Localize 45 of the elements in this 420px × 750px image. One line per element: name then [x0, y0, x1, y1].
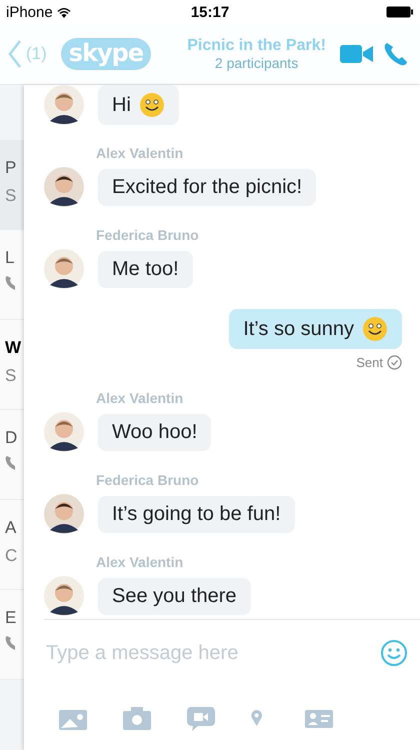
sent-status: Sent	[356, 355, 383, 370]
message-bubble: Woo hoo!	[98, 414, 212, 450]
sender-name: Alex Valentin	[96, 390, 184, 406]
contact-row[interactable]: P S	[0, 140, 24, 230]
video-message-icon[interactable]	[186, 705, 216, 731]
contact-subtitle: S	[5, 366, 18, 386]
carrier-label: iPhone	[6, 4, 53, 20]
message-bubble: See you there	[98, 578, 251, 614]
contact-row[interactable]: L	[0, 230, 24, 320]
chevron-icon	[8, 39, 22, 69]
contact-row[interactable]: A C	[0, 500, 24, 590]
phone-icon	[5, 276, 15, 290]
message-bubble: Excited for the picnic!	[98, 168, 316, 206]
smiley-icon	[138, 92, 165, 118]
contact-initial: W	[5, 338, 22, 358]
smiley-button-icon[interactable]	[380, 639, 408, 667]
contact-row[interactable]: D	[0, 410, 24, 500]
clock-time: 15:17	[190, 4, 230, 20]
contact-initial: P	[5, 158, 18, 178]
smiley-icon	[362, 316, 388, 342]
battery-icon	[386, 6, 414, 18]
contact-row[interactable]: W S	[0, 320, 24, 410]
message-bubble: Me too!	[98, 250, 193, 288]
camera-icon[interactable]	[122, 705, 152, 731]
contact-subtitle: C	[5, 546, 18, 566]
wifi-icon	[56, 6, 71, 18]
phone-icon	[5, 636, 15, 650]
message-bubble: It’s going to be fun!	[98, 496, 295, 532]
check-circle-icon	[387, 355, 402, 370]
contact-row[interactable]: E	[0, 590, 24, 680]
contact-initial: L	[5, 248, 16, 268]
sender-name: Alex Valentin	[96, 145, 184, 161]
message-bubble: Hi	[98, 85, 179, 125]
phone-icon	[5, 456, 15, 470]
conversation-title: Picnic in the Park!	[187, 37, 326, 55]
sender-name: Alex Valentin	[96, 554, 184, 570]
contact-initial: A	[5, 518, 18, 538]
skype-logo: skype	[60, 38, 152, 70]
sender-name: Federica Bruno	[96, 227, 199, 243]
sender-name: Federica Bruno	[96, 472, 199, 488]
participant-count: 2 participants	[214, 55, 298, 71]
contact-initial: D	[5, 428, 18, 448]
contact-initial: E	[5, 608, 18, 628]
message-bubble: It’s so sunny	[229, 309, 402, 349]
contact-subtitle: S	[5, 186, 18, 206]
